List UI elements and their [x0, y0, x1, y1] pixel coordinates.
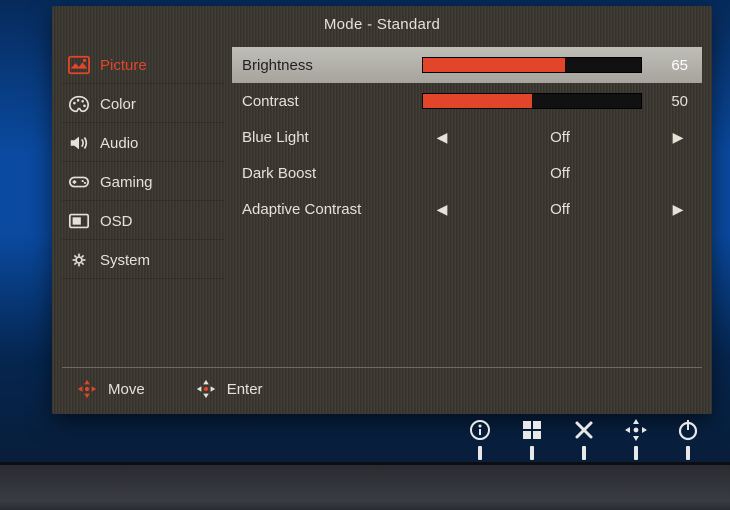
mode-label: Mode - Standard	[52, 6, 712, 47]
osd-icon	[68, 211, 90, 231]
hint-enter-label: Enter	[227, 381, 263, 398]
setting-label: Adaptive Contrast	[232, 201, 422, 218]
bezel-btn-menu[interactable]	[520, 418, 544, 460]
enter-icon	[195, 378, 217, 400]
bezel-btn-info[interactable]	[468, 418, 492, 460]
sidebar-item-label: System	[100, 252, 150, 269]
power-icon	[676, 418, 700, 442]
button-marker	[686, 446, 690, 460]
setting-row-contrast[interactable]: Contrast 50	[232, 83, 702, 119]
sidebar: Picture Color Audio Gaming	[62, 47, 224, 367]
contrast-slider[interactable]	[422, 93, 642, 109]
setting-row-darkboost[interactable]: Dark Boost ◀ Off ▶	[232, 155, 702, 191]
hint-move-label: Move	[108, 381, 145, 398]
slider-fill	[423, 58, 565, 72]
bluelight-value: Off	[550, 129, 570, 146]
arrow-right-icon[interactable]: ▶	[668, 129, 688, 146]
brightness-slider[interactable]	[422, 57, 642, 73]
setting-label: Dark Boost	[232, 165, 422, 182]
speaker-icon	[68, 133, 90, 153]
close-icon	[572, 418, 596, 442]
button-marker	[634, 446, 638, 460]
palette-icon	[68, 94, 90, 114]
setting-row-brightness[interactable]: Brightness 65	[232, 47, 702, 83]
darkboost-value: Off	[550, 165, 570, 182]
osd-panel: Mode - Standard Picture Color Audio	[52, 6, 712, 414]
slider-fill	[423, 94, 532, 108]
monitor-bezel	[0, 462, 730, 510]
sidebar-item-label: Audio	[100, 135, 138, 152]
sidebar-item-audio[interactable]: Audio	[62, 125, 224, 162]
grid-icon	[520, 418, 544, 442]
info-icon	[468, 418, 492, 442]
button-marker	[582, 446, 586, 460]
setting-label: Brightness	[232, 57, 422, 74]
button-marker	[530, 446, 534, 460]
arrow-left-icon[interactable]: ◀	[432, 129, 452, 146]
settings-list: Brightness 65 Contrast 50 Bl	[224, 47, 702, 367]
arrow-left-icon[interactable]: ◀	[432, 201, 452, 218]
osd-footer: Move Enter	[62, 367, 702, 414]
hint-move: Move	[76, 378, 145, 400]
sidebar-item-label: OSD	[100, 213, 133, 230]
button-marker	[478, 446, 482, 460]
adaptive-value: Off	[550, 201, 570, 218]
brightness-value: 65	[654, 57, 688, 74]
setting-label: Blue Light	[232, 129, 422, 146]
picture-icon	[68, 55, 90, 75]
sidebar-item-gaming[interactable]: Gaming	[62, 164, 224, 201]
move-icon	[76, 378, 98, 400]
sidebar-item-picture[interactable]: Picture	[62, 47, 224, 84]
bezel-btn-power[interactable]	[676, 418, 700, 460]
sidebar-item-label: Color	[100, 96, 136, 113]
sidebar-item-color[interactable]: Color	[62, 86, 224, 123]
setting-row-bluelight[interactable]: Blue Light ◀ Off ▶	[232, 119, 702, 155]
bezel-btn-nav[interactable]	[624, 418, 648, 460]
gear-icon	[68, 250, 90, 270]
sidebar-item-label: Gaming	[100, 174, 153, 191]
setting-label: Contrast	[232, 93, 422, 110]
arrow-right-icon[interactable]: ▶	[668, 201, 688, 218]
gamepad-icon	[68, 172, 90, 192]
setting-row-adaptive[interactable]: Adaptive Contrast ◀ Off ▶	[232, 191, 702, 227]
sidebar-item-system[interactable]: System	[62, 242, 224, 279]
contrast-value: 50	[654, 93, 688, 110]
sidebar-item-osd[interactable]: OSD	[62, 203, 224, 240]
joystick-icon	[624, 418, 648, 442]
sidebar-item-label: Picture	[100, 57, 147, 74]
bezel-btn-close[interactable]	[572, 418, 596, 460]
bezel-button-strip	[468, 418, 700, 460]
hint-enter: Enter	[195, 378, 263, 400]
osd-body: Picture Color Audio Gaming	[52, 47, 712, 367]
